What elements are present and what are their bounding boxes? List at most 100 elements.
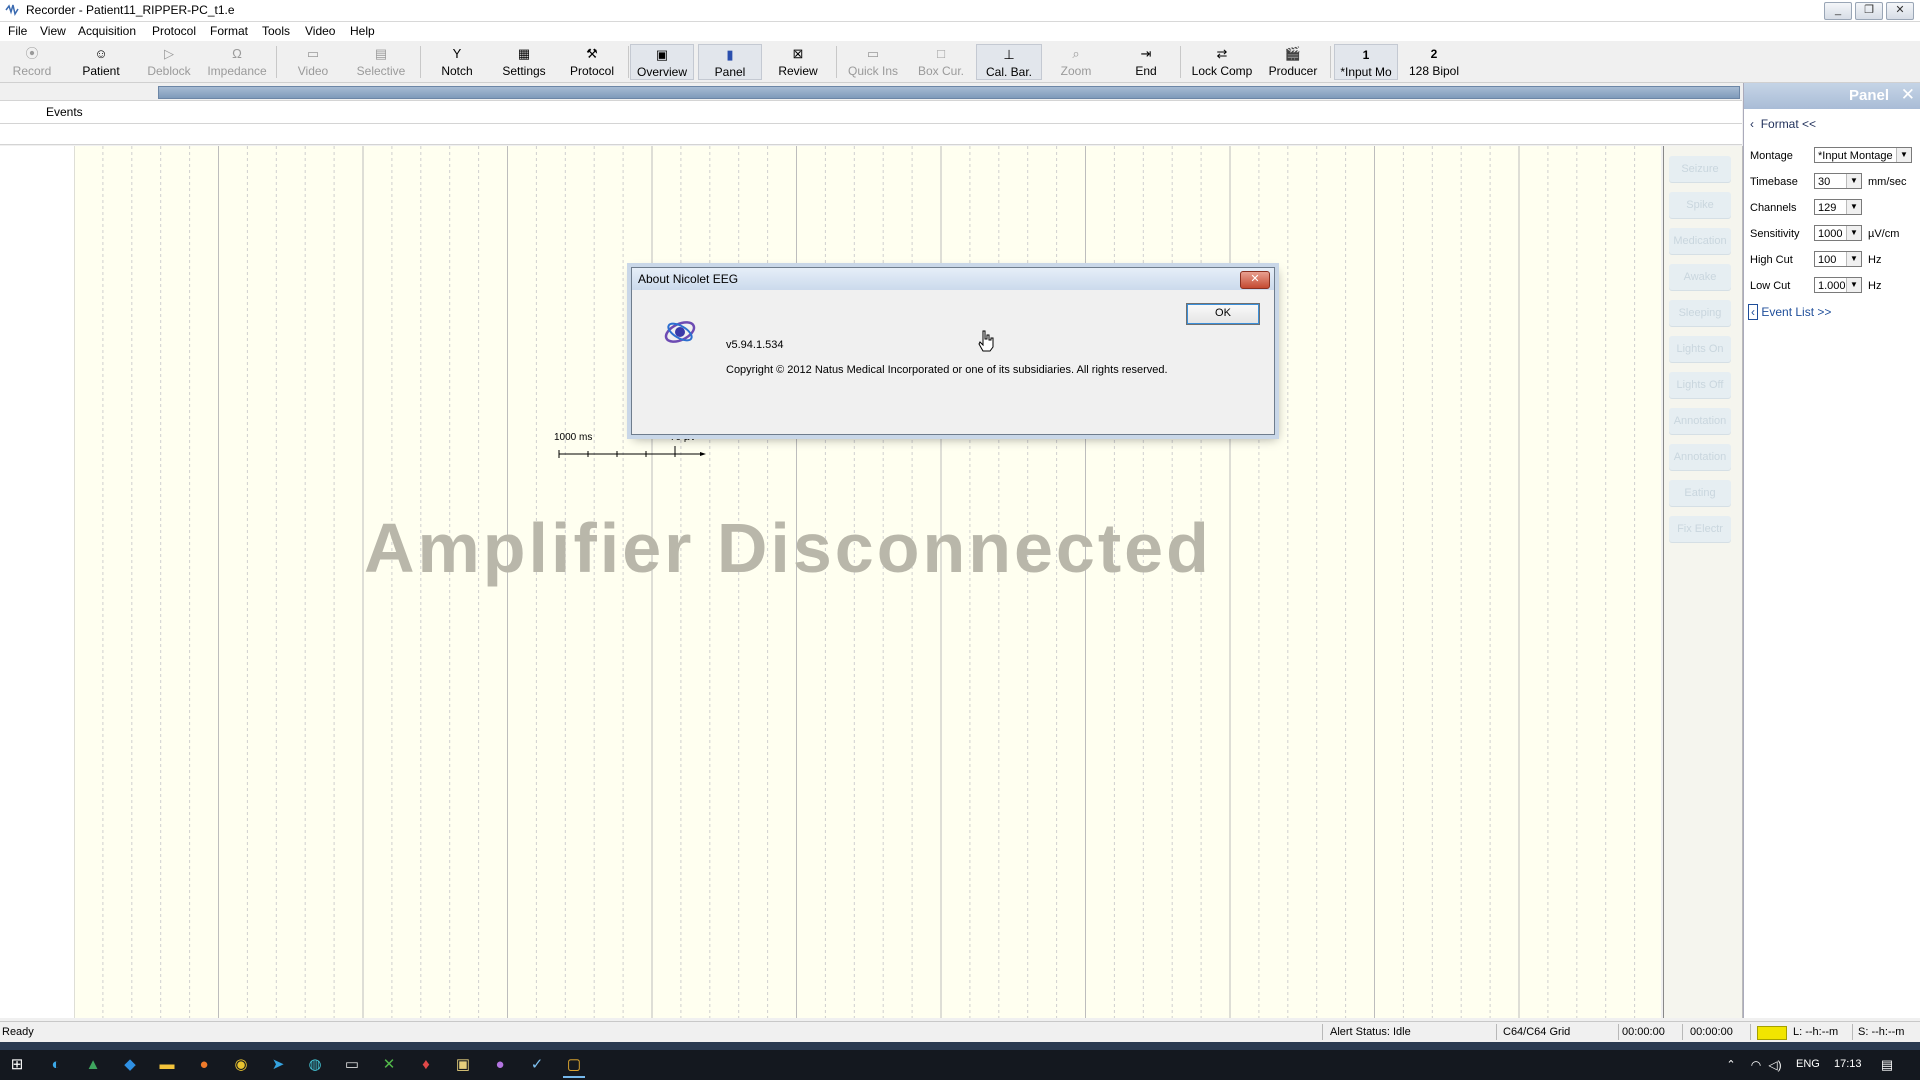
low-cut-select[interactable]: 1.000 ▼ (1814, 277, 1862, 293)
menu-protocol[interactable]: Protocol (152, 24, 196, 38)
restore-button[interactable]: ❐ (1855, 2, 1883, 20)
channels-label: Channels (1750, 202, 1797, 214)
menu-help[interactable]: Help (350, 24, 375, 38)
montage-2-button[interactable]: 2 128 Bipol (1402, 44, 1466, 80)
producer-button[interactable]: 🎬 Producer (1262, 44, 1324, 80)
event-list-toggle[interactable]: ‹ Event List >> (1748, 304, 1831, 320)
toolbar-separator (276, 46, 277, 78)
format-section-toggle[interactable]: ‹ Format << (1750, 117, 1816, 131)
high-cut-select[interactable]: 100 ▼ (1814, 251, 1862, 267)
events-row[interactable]: Events (0, 100, 1742, 124)
firefox-icon[interactable]: ● (193, 1054, 215, 1076)
xmind-icon[interactable]: ✕ (378, 1054, 400, 1076)
recorder-icon[interactable]: ▢ (563, 1054, 585, 1078)
event-button-seizure[interactable]: Seizure (1669, 156, 1731, 182)
events-label: Events (46, 105, 83, 119)
menu-video[interactable]: Video (305, 24, 335, 38)
app-icon[interactable]: ✓ (526, 1054, 548, 1076)
volume-icon[interactable]: ◁) (1764, 1054, 1786, 1076)
file-explorer-icon[interactable]: ▬ (156, 1054, 178, 1076)
edge-icon[interactable]: ◐ (45, 1054, 67, 1076)
event-button-annotation[interactable]: Annotation (1669, 408, 1731, 434)
calbar-scale-icon (558, 446, 706, 458)
notch-button[interactable]: Y Notch (430, 44, 484, 80)
deblock-button[interactable]: ▷ Deblock (140, 44, 198, 80)
chevron-up-icon[interactable]: ⌃ (1720, 1054, 1742, 1076)
quick-insert-icon: ▭ (866, 46, 880, 61)
copyright-text: Copyright © 2012 Natus Medical Incorpora… (726, 364, 1168, 376)
notch-icon: Y (452, 46, 462, 61)
app-icon[interactable]: ▲ (82, 1054, 104, 1076)
channels-select[interactable]: 129 ▼ (1814, 199, 1862, 215)
deblock-icon: ▷ (164, 46, 174, 61)
terminal-icon[interactable]: ▭ (341, 1054, 363, 1076)
montage-select[interactable]: *Input Montage ▼ (1814, 147, 1912, 163)
montage-label: Montage (1750, 150, 1793, 162)
menu-bar: File View Acquisition Protocol Format To… (0, 22, 1920, 41)
vscode-icon[interactable]: ◆ (119, 1054, 141, 1076)
end-button[interactable]: ⇥ End (1118, 44, 1174, 80)
event-button-eating[interactable]: Eating (1669, 480, 1731, 506)
toolbar-separator (420, 46, 421, 78)
status-separator (1750, 1024, 1751, 1040)
record-button[interactable]: ⦿ Record (6, 44, 58, 80)
dialog-close-button[interactable]: ✕ (1240, 271, 1270, 289)
app-icon[interactable]: ♦ (415, 1054, 437, 1076)
end-icon: ⇥ (1140, 46, 1152, 61)
event-button-sleeping[interactable]: Sleeping (1669, 300, 1731, 326)
quick-ins-button[interactable]: ▭ Quick Ins (842, 44, 904, 80)
overview-button[interactable]: ▣ Overview (630, 44, 694, 80)
close-window-button[interactable]: ✕ (1886, 2, 1914, 20)
windows-start-icon[interactable]: ⊞ (6, 1054, 28, 1076)
timebase-select[interactable]: 30 ▼ (1814, 173, 1862, 189)
event-buttons-column: Seizure Spike Medication Awake Sleeping … (1663, 146, 1743, 1018)
settings-button[interactable]: ▦ Settings (494, 44, 554, 80)
panel-button[interactable]: ▮ Panel (698, 44, 762, 80)
cal-bar-button[interactable]: ⊥ Cal. Bar. (976, 44, 1042, 80)
event-button-lights-off[interactable]: Lights Off (1669, 372, 1731, 398)
recording-progress-bar[interactable] (158, 86, 1740, 99)
event-button-lights-on[interactable]: Lights On (1669, 336, 1731, 362)
zoom-button[interactable]: ⌕ Zoom (1048, 44, 1104, 80)
sensitivity-select[interactable]: 1000 ▼ (1814, 225, 1862, 241)
events-track[interactable] (0, 124, 1742, 145)
high-cut-unit: Hz (1868, 254, 1882, 266)
review-button[interactable]: ⊠ Review (766, 44, 830, 80)
window-title: Recorder - Patient11_RIPPER-PC_t1.e (26, 3, 235, 17)
app-icon[interactable]: ◍ (304, 1054, 326, 1076)
menu-view[interactable]: View (40, 24, 66, 38)
menu-file[interactable]: File (8, 24, 27, 38)
montage-1-button[interactable]: 1 *Input Mo (1334, 44, 1398, 80)
menu-acquisition[interactable]: Acquisition (78, 24, 136, 38)
impedance-button[interactable]: Ω Impedance (204, 44, 270, 80)
event-button-awake[interactable]: Awake (1669, 264, 1731, 290)
patient-button[interactable]: ☺ Patient (72, 44, 130, 80)
panel-close-icon[interactable]: ✕ (1901, 85, 1915, 105)
event-button-medication[interactable]: Medication (1669, 228, 1731, 254)
ok-button[interactable]: OK (1186, 303, 1260, 325)
app-icon[interactable]: ● (489, 1054, 511, 1076)
event-button-spike[interactable]: Spike (1669, 192, 1731, 218)
box-cur-button[interactable]: □ Box Cur. (912, 44, 970, 80)
toolbar: ⦿ Record ☺ Patient ▷ Deblock Ω Impedance ▭ Vi… (0, 42, 1920, 83)
minimize-button[interactable]: _ (1824, 2, 1852, 20)
status-indicator-led (1757, 1026, 1787, 1040)
lock-comp-button[interactable]: ⇄ Lock Comp (1188, 44, 1256, 80)
panel-icon: ▮ (726, 47, 734, 62)
language-indicator[interactable]: ENG (1796, 1058, 1820, 1070)
telegram-icon[interactable]: ➤ (267, 1054, 289, 1076)
video-button[interactable]: ▭ Video (286, 44, 340, 80)
notifications-icon[interactable]: ▤ (1876, 1054, 1898, 1076)
chrome-icon[interactable]: ◉ (230, 1054, 252, 1076)
box-cursor-icon: □ (937, 46, 945, 61)
app-icon[interactable]: ▣ (452, 1054, 474, 1076)
chevron-down-icon: ▼ (1896, 148, 1911, 162)
event-button-annotation-2[interactable]: Annotation (1669, 444, 1731, 470)
selective-button[interactable]: ▤ Selective (350, 44, 412, 80)
protocol-button[interactable]: ⚒ Protocol (562, 44, 622, 80)
event-button-fix-electr[interactable]: Fix Electr (1669, 516, 1731, 542)
menu-format[interactable]: Format (210, 24, 248, 38)
sensitivity-label: Sensitivity (1750, 228, 1800, 240)
taskbar-clock[interactable]: 17:13 (1834, 1058, 1862, 1070)
menu-tools[interactable]: Tools (262, 24, 290, 38)
